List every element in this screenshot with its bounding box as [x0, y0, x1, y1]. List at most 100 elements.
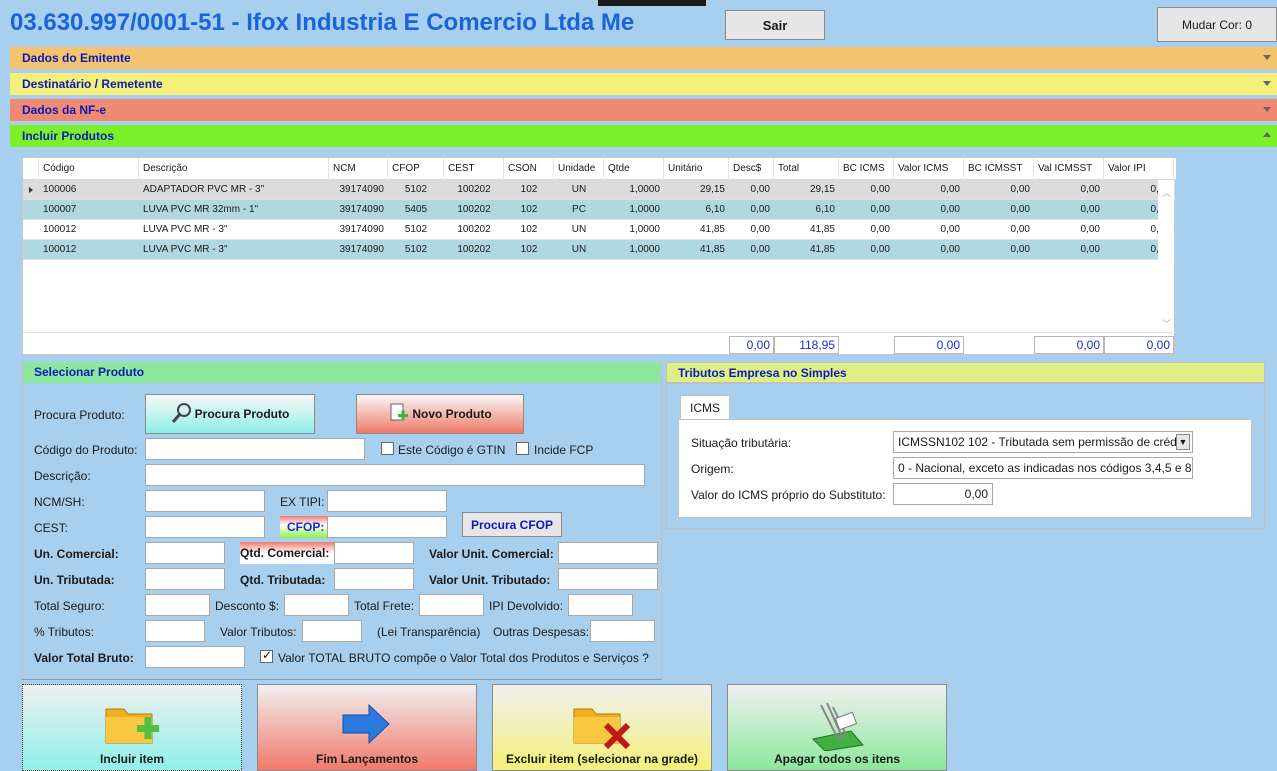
table-cell[interactable]: 100012 [39, 220, 139, 240]
table-cell[interactable]: 0,00 [964, 220, 1034, 240]
incluir-item-button[interactable]: Incluir item [22, 684, 242, 771]
table-cell[interactable]: 39174090 [329, 220, 388, 240]
excluir-item-button[interactable]: Excluir item (selecionar na grade) [492, 684, 712, 771]
table-cell[interactable]: 0,00 [964, 240, 1034, 260]
tab-icms[interactable]: ICMS [680, 395, 730, 420]
table-cell[interactable]: 0,00 [1034, 220, 1104, 240]
desconto-input[interactable] [284, 594, 349, 616]
table-cell[interactable]: 5102 [388, 240, 444, 260]
table-cell[interactable]: 41,85 [774, 240, 839, 260]
table-cell[interactable]: 0,00 [839, 200, 894, 220]
scroll-up-icon[interactable]: ︿ [1162, 186, 1171, 199]
table-cell[interactable]: PC [554, 200, 604, 220]
col-val-icmsst[interactable]: Val ICMSST [1034, 158, 1104, 180]
table-cell[interactable]: 41,85 [664, 220, 729, 240]
col-unidade[interactable]: Unidade [554, 158, 604, 180]
total-frete-input[interactable] [419, 594, 484, 616]
col-cson[interactable]: CSON [504, 158, 554, 180]
table-cell[interactable]: 39174090 [329, 180, 388, 200]
codigo-produto-input[interactable] [145, 438, 365, 460]
ipi-devolvido-input[interactable] [568, 594, 633, 616]
table-cell[interactable]: 0,00 [839, 180, 894, 200]
col-bc-icms[interactable]: BC ICMS [839, 158, 894, 180]
table-cell[interactable]: 100202 [444, 240, 504, 260]
chevron-down-icon[interactable]: ▼ [1176, 434, 1190, 450]
table-cell[interactable]: 100007 [39, 200, 139, 220]
sair-button[interactable]: Sair [725, 10, 825, 40]
table-cell[interactable]: 0,00 [729, 180, 774, 200]
table-cell[interactable]: 0,00 [964, 180, 1034, 200]
novo-produto-button[interactable]: Novo Produto [356, 394, 524, 434]
table-cell[interactable]: 0,00 [729, 200, 774, 220]
col-codigo[interactable]: Código [39, 158, 139, 180]
cfop-input[interactable] [327, 516, 447, 538]
table-cell[interactable]: UN [554, 220, 604, 240]
table-cell[interactable]: 0,00 [894, 180, 964, 200]
table-cell[interactable]: 41,85 [664, 240, 729, 260]
table-cell[interactable]: 100202 [444, 200, 504, 220]
col-unitario[interactable]: Unitário [664, 158, 729, 180]
fcp-checkbox[interactable] [516, 442, 529, 455]
table-cell[interactable]: 102 [504, 220, 554, 240]
col-valor-icms[interactable]: Valor ICMS [894, 158, 964, 180]
situacao-select[interactable]: ICMSSN102 102 - Tributada sem permissão … [893, 431, 1193, 453]
section-dados-nfe[interactable]: Dados da NF-e [10, 99, 1277, 121]
section-incluir-produtos[interactable]: Incluir Produtos [10, 125, 1277, 147]
table-cell[interactable]: 102 [504, 180, 554, 200]
apagar-todos-button[interactable]: Apagar todos os itens [727, 684, 947, 771]
grid-scrollbar[interactable]: ︿ ﹀ [1158, 180, 1174, 332]
table-cell[interactable]: 0,00 [894, 240, 964, 260]
un-comercial-input[interactable] [145, 542, 225, 564]
table-cell[interactable]: 41,85 [774, 220, 839, 240]
table-cell[interactable]: 0,00 [1034, 200, 1104, 220]
table-row[interactable]: 100007 LUVA PVC MR 32mm - 1" 39174090 5405 1… [23, 200, 1175, 220]
table-cell[interactable]: 1,0000 [604, 200, 664, 220]
table-cell[interactable]: 100202 [444, 180, 504, 200]
table-cell[interactable]: LUVA PVC MR - 3" [139, 240, 329, 260]
table-cell[interactable]: 0,00 [839, 220, 894, 240]
mudar-cor-button[interactable]: Mudar Cor: 0 [1157, 7, 1277, 42]
valor-unit-comercial-input[interactable] [558, 542, 658, 564]
table-cell[interactable]: 0,00 [894, 200, 964, 220]
valor-unit-tributado-input[interactable] [558, 568, 658, 590]
table-cell[interactable]: 100202 [444, 220, 504, 240]
col-desc[interactable]: Desc$ [729, 158, 774, 180]
table-cell[interactable]: 39174090 [329, 240, 388, 260]
col-qtde[interactable]: Qtde [604, 158, 664, 180]
table-cell[interactable]: UN [554, 240, 604, 260]
total-seguro-input[interactable] [145, 594, 210, 616]
section-destinatario[interactable]: Destinatário / Remetente [10, 73, 1277, 95]
gtin-checkbox[interactable] [381, 442, 394, 455]
outras-despesas-input[interactable] [590, 620, 655, 642]
table-cell[interactable]: 5102 [388, 220, 444, 240]
table-cell[interactable]: 0,00 [729, 220, 774, 240]
table-cell[interactable]: 39174090 [329, 200, 388, 220]
table-cell[interactable]: 6,10 [774, 200, 839, 220]
table-cell[interactable]: 29,15 [664, 180, 729, 200]
valor-tributos-input[interactable] [302, 620, 362, 642]
procura-produto-button[interactable]: Procura Produto [145, 394, 315, 434]
pct-tributos-input[interactable] [145, 620, 205, 642]
table-cell[interactable]: LUVA PVC MR - 3" [139, 220, 329, 240]
table-cell[interactable]: 5405 [388, 200, 444, 220]
ncm-input[interactable] [145, 490, 265, 512]
table-cell[interactable]: 102 [504, 200, 554, 220]
col-total[interactable]: Total [774, 158, 839, 180]
table-cell[interactable]: 1,0000 [604, 180, 664, 200]
products-grid[interactable]: Código Descrição NCM CFOP CEST CSON Unid… [22, 157, 1176, 355]
section-dados-emitente[interactable]: Dados do Emitente [10, 47, 1277, 69]
cest-input[interactable] [145, 516, 265, 538]
col-cfop[interactable]: CFOP [388, 158, 444, 180]
table-cell[interactable]: 0,00 [729, 240, 774, 260]
table-cell[interactable]: 0,00 [1034, 180, 1104, 200]
procura-cfop-button[interactable]: Procura CFOP [462, 512, 562, 537]
compoe-total-checkbox[interactable] [260, 648, 273, 663]
col-ncm[interactable]: NCM [329, 158, 388, 180]
un-tributada-input[interactable] [145, 568, 225, 590]
table-row[interactable]: 100012 LUVA PVC MR - 3" 39174090 5102 100202… [23, 220, 1175, 240]
qtd-tributada-input[interactable] [334, 568, 414, 590]
table-cell[interactable]: 29,15 [774, 180, 839, 200]
valor-icms-input[interactable]: 0,00 [893, 483, 993, 505]
fim-lancamentos-button[interactable]: Fim Lançamentos [257, 684, 477, 771]
table-cell[interactable]: 0,00 [839, 240, 894, 260]
